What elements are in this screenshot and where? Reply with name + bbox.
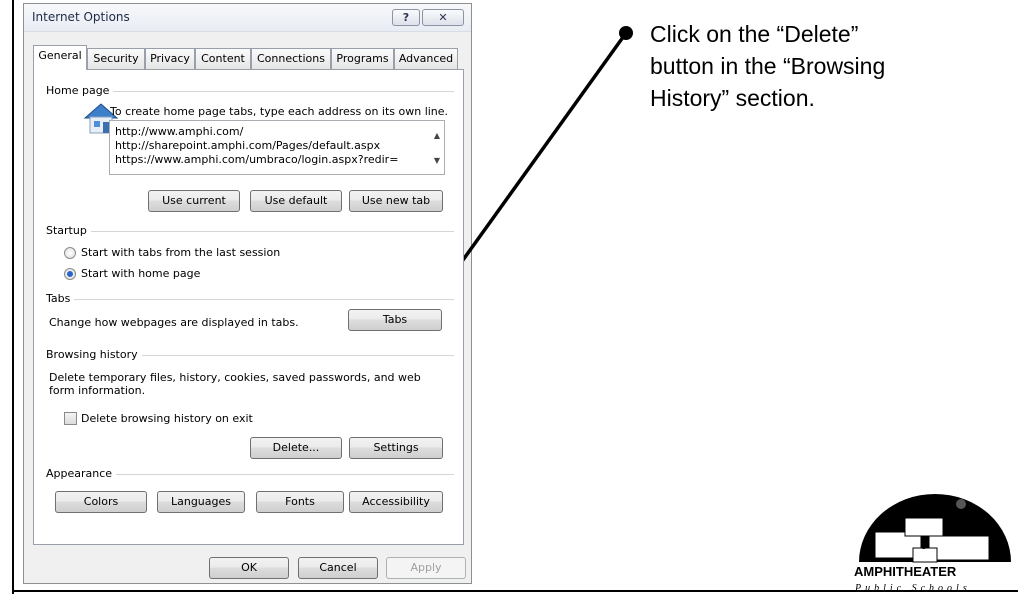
scroll-up-icon[interactable]: ▲ bbox=[434, 131, 440, 140]
close-button[interactable]: ✕ bbox=[422, 9, 464, 26]
tabs-description: Change how webpages are displayed in tab… bbox=[49, 316, 299, 329]
browsing-history-description-1: Delete temporary files, history, cookies… bbox=[49, 371, 421, 384]
home-page-instruction: To create home page tabs, type each addr… bbox=[110, 105, 449, 118]
browsing-history-settings-button[interactable]: Settings bbox=[349, 437, 443, 459]
tab-connections[interactable]: Connections bbox=[251, 48, 331, 69]
colors-button[interactable]: Colors bbox=[55, 491, 147, 513]
scroll-down-icon[interactable]: ▼ bbox=[434, 156, 440, 165]
ok-button[interactable]: OK bbox=[209, 557, 289, 579]
apply-button[interactable]: Apply bbox=[386, 557, 466, 579]
delete-on-exit-checkbox[interactable] bbox=[64, 412, 77, 425]
browsing-history-description-2: form information. bbox=[49, 384, 146, 397]
home-url-2: http://sharepoint.amphi.com/Pages/defaul… bbox=[115, 139, 381, 152]
slide-number: 3 bbox=[920, 536, 928, 552]
annotation-line-3: History” section. bbox=[650, 85, 815, 111]
accessibility-button[interactable]: Accessibility bbox=[349, 491, 443, 513]
annotation-bullet bbox=[619, 26, 633, 40]
home-url-1: http://www.amphi.com/ bbox=[115, 125, 244, 138]
tabs-group-label: Tabs bbox=[46, 292, 75, 305]
logo-subtitle: Public Schools bbox=[854, 583, 971, 594]
title-bar[interactable]: Internet Options ? ✕ bbox=[24, 4, 471, 32]
radio-home-page[interactable] bbox=[64, 268, 76, 280]
tab-security[interactable]: Security bbox=[87, 48, 145, 69]
tab-programs[interactable]: Programs bbox=[331, 48, 394, 69]
tabs-divider bbox=[46, 299, 454, 300]
annotation-text: Click on the “Delete” button in the “Bro… bbox=[650, 18, 990, 114]
languages-button[interactable]: Languages bbox=[157, 491, 245, 513]
tab-privacy[interactable]: Privacy bbox=[145, 48, 195, 69]
radio-home-page-label: Start with home page bbox=[81, 267, 201, 280]
tab-content[interactable]: Content bbox=[195, 48, 251, 69]
internet-options-dialog: Internet Options ? ✕ General Security Pr… bbox=[23, 3, 472, 584]
dialog-title: Internet Options bbox=[32, 10, 130, 24]
delete-button[interactable]: Delete... bbox=[250, 437, 342, 459]
cancel-button[interactable]: Cancel bbox=[298, 557, 378, 579]
tab-general[interactable]: General bbox=[33, 45, 87, 70]
browsing-history-group-label: Browsing history bbox=[46, 348, 142, 361]
appearance-group-label: Appearance bbox=[46, 467, 117, 480]
amphitheater-logo: AMPHITHEATER Public Schools bbox=[853, 494, 1018, 594]
radio-last-session[interactable] bbox=[64, 247, 76, 259]
annotation-line-2: button in the “Browsing bbox=[650, 53, 886, 79]
startup-divider bbox=[46, 231, 454, 232]
slide-left-border bbox=[12, 0, 14, 594]
tabs-settings-button[interactable]: Tabs bbox=[348, 309, 442, 331]
home-url-3: https://www.amphi.com/umbraco/login.aspx… bbox=[115, 153, 399, 166]
radio-last-session-label: Start with tabs from the last session bbox=[81, 246, 281, 259]
help-button[interactable]: ? bbox=[392, 9, 420, 26]
logo-name: AMPHITHEATER bbox=[854, 564, 957, 579]
home-page-urls-textarea[interactable]: http://www.amphi.com/ http://sharepoint.… bbox=[109, 120, 445, 175]
home-page-group-label: Home page bbox=[46, 84, 114, 97]
use-new-tab-button[interactable]: Use new tab bbox=[349, 190, 443, 212]
use-current-button[interactable]: Use current bbox=[148, 190, 240, 212]
annotation-line-1: Click on the “Delete” bbox=[650, 21, 859, 47]
radio-selected-dot bbox=[67, 271, 73, 277]
startup-group-label: Startup bbox=[46, 224, 91, 237]
tab-advanced[interactable]: Advanced bbox=[394, 48, 458, 69]
fonts-button[interactable]: Fonts bbox=[256, 491, 344, 513]
use-default-button[interactable]: Use default bbox=[250, 190, 342, 212]
delete-on-exit-label: Delete browsing history on exit bbox=[81, 412, 253, 425]
